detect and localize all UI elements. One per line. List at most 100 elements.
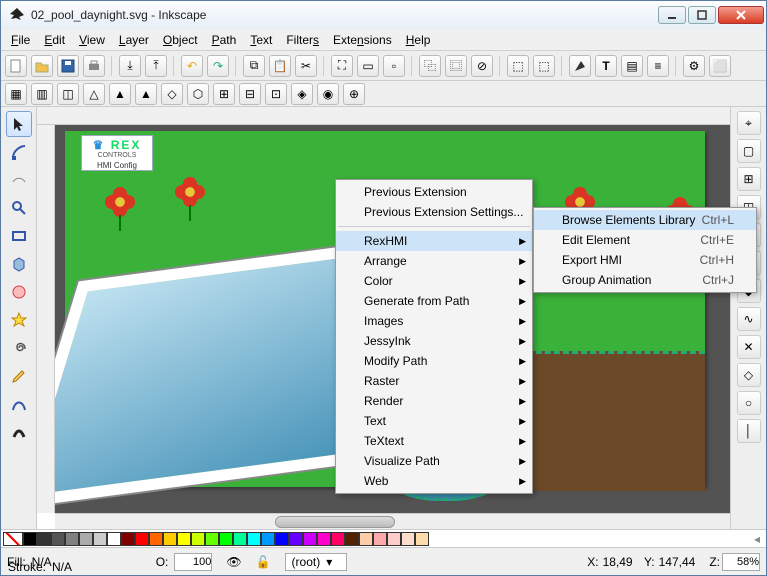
paste-button[interactable]: 📋: [269, 55, 291, 77]
snap-h[interactable]: ⬡: [187, 83, 209, 105]
swatch[interactable]: [191, 532, 205, 546]
maximize-button[interactable]: [688, 6, 716, 24]
redo-button[interactable]: ↷: [207, 55, 229, 77]
snap-d[interactable]: △: [83, 83, 105, 105]
fill-dialog-button[interactable]: [569, 55, 591, 77]
swatch[interactable]: [37, 532, 51, 546]
swatch[interactable]: [331, 532, 345, 546]
ellipse-tool[interactable]: [6, 279, 32, 305]
node-tool[interactable]: [6, 139, 32, 165]
swatch[interactable]: [317, 532, 331, 546]
palette-menu-icon[interactable]: ◂: [750, 532, 764, 546]
print-button[interactable]: [83, 55, 105, 77]
opacity-input[interactable]: [174, 553, 212, 571]
pencil-tool[interactable]: [6, 363, 32, 389]
rexhmi-export[interactable]: Export HMICtrl+H: [534, 250, 756, 270]
layer-selector[interactable]: (root) ▾: [285, 553, 348, 571]
zoom-draw-button[interactable]: ▭: [357, 55, 379, 77]
swatch[interactable]: [219, 532, 233, 546]
swatch[interactable]: [177, 532, 191, 546]
ext-visualizepath[interactable]: Visualize Path▶: [336, 451, 532, 471]
calligraphy-tool[interactable]: [6, 419, 32, 445]
swatch[interactable]: [387, 532, 401, 546]
prefs-button[interactable]: ⚙: [683, 55, 705, 77]
export-button[interactable]: ⤒: [145, 55, 167, 77]
close-button[interactable]: [718, 6, 764, 24]
ext-generate[interactable]: Generate from Path▶: [336, 291, 532, 311]
copy-button[interactable]: ⧉: [243, 55, 265, 77]
ext-raster[interactable]: Raster▶: [336, 371, 532, 391]
rexhmi-group[interactable]: Group AnimationCtrl+J: [534, 270, 756, 290]
swatch[interactable]: [205, 532, 219, 546]
swatch[interactable]: [373, 532, 387, 546]
swatch[interactable]: [65, 532, 79, 546]
snap-k[interactable]: ⊡: [265, 83, 287, 105]
swatch[interactable]: [289, 532, 303, 546]
tweak-tool[interactable]: [6, 167, 32, 193]
selector-tool[interactable]: [6, 111, 32, 137]
open-button[interactable]: [31, 55, 53, 77]
ext-textext[interactable]: TeXtext▶: [336, 431, 532, 451]
ext-text[interactable]: Text▶: [336, 411, 532, 431]
snap-a[interactable]: ▦: [5, 83, 27, 105]
menu-file[interactable]: File: [5, 31, 36, 49]
menu-path[interactable]: Path: [206, 31, 243, 49]
swatch[interactable]: [261, 532, 275, 546]
swatch[interactable]: [149, 532, 163, 546]
xml-button[interactable]: ▤: [621, 55, 643, 77]
snap-edge[interactable]: ⊞: [737, 167, 761, 191]
scrollbar-horizontal[interactable]: [55, 513, 730, 529]
snap-smooth[interactable]: ○: [737, 391, 761, 415]
snap-e[interactable]: ▲: [109, 83, 131, 105]
swatch[interactable]: [401, 532, 415, 546]
swatch-none[interactable]: [3, 532, 23, 546]
docprefs-button[interactable]: ⬜: [709, 55, 731, 77]
spiral-tool[interactable]: [6, 335, 32, 361]
snap-cusp[interactable]: ◇: [737, 363, 761, 387]
swatch[interactable]: [275, 532, 289, 546]
minimize-button[interactable]: [658, 6, 686, 24]
menu-filters[interactable]: Filters: [280, 31, 325, 49]
cut-button[interactable]: ✂: [295, 55, 317, 77]
snap-g[interactable]: ◇: [161, 83, 183, 105]
snap-b[interactable]: ▥: [31, 83, 53, 105]
swatch[interactable]: [79, 532, 93, 546]
snap-c[interactable]: ◫: [57, 83, 79, 105]
snap-j[interactable]: ⊟: [239, 83, 261, 105]
rect-tool[interactable]: [6, 223, 32, 249]
align-dialog-button[interactable]: ≡: [647, 55, 669, 77]
ext-render[interactable]: Render▶: [336, 391, 532, 411]
snap-l[interactable]: ◈: [291, 83, 313, 105]
snap-line[interactable]: │: [737, 419, 761, 443]
star-tool[interactable]: [6, 307, 32, 333]
swatch[interactable]: [233, 532, 247, 546]
visibility-icon[interactable]: 👁: [226, 555, 241, 569]
swatch[interactable]: [415, 532, 429, 546]
swatch[interactable]: [247, 532, 261, 546]
bezier-tool[interactable]: [6, 391, 32, 417]
swatch[interactable]: [163, 532, 177, 546]
ext-web[interactable]: Web▶: [336, 471, 532, 491]
menu-help[interactable]: Help: [400, 31, 437, 49]
snap-n[interactable]: ⊕: [343, 83, 365, 105]
rexhmi-edit[interactable]: Edit ElementCtrl+E: [534, 230, 756, 250]
ext-arrange[interactable]: Arrange▶: [336, 251, 532, 271]
zoom-fit-button[interactable]: ⛶: [331, 55, 353, 77]
menu-extensions[interactable]: Extensions: [327, 31, 398, 49]
ext-rexhmi[interactable]: RexHMI▶: [336, 231, 532, 251]
snap-i[interactable]: ⊞: [213, 83, 235, 105]
import-button[interactable]: ⤓: [119, 55, 141, 77]
ext-color[interactable]: Color▶: [336, 271, 532, 291]
text-dialog-button[interactable]: T: [595, 55, 617, 77]
swatch[interactable]: [107, 532, 121, 546]
menu-view[interactable]: View: [73, 31, 111, 49]
new-button[interactable]: [5, 55, 27, 77]
undo-button[interactable]: ↶: [181, 55, 203, 77]
snap-bbox[interactable]: ▢: [737, 139, 761, 163]
menu-object[interactable]: Object: [157, 31, 204, 49]
snap-path[interactable]: ∿: [737, 307, 761, 331]
clone-button[interactable]: ⿴: [445, 55, 467, 77]
swatch[interactable]: [121, 532, 135, 546]
ext-modifypath[interactable]: Modify Path▶: [336, 351, 532, 371]
swatch[interactable]: [359, 532, 373, 546]
